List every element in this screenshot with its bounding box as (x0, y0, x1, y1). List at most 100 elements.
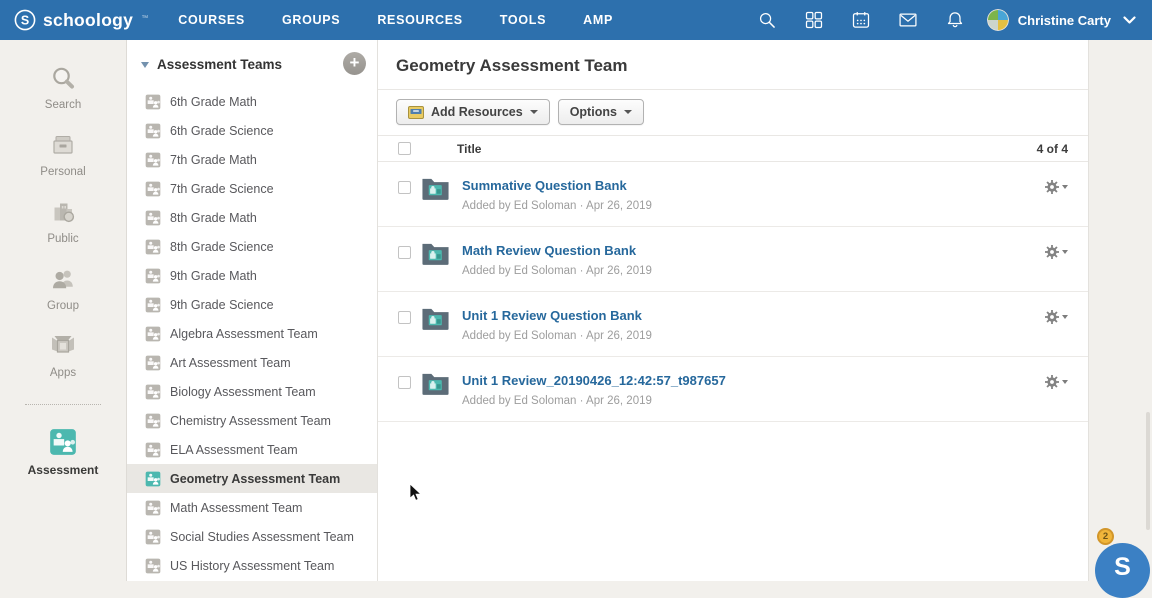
team-puzzle-icon (145, 442, 161, 458)
main-content: Geometry Assessment Team Add Resources O… (378, 40, 1089, 581)
team-puzzle-icon (145, 471, 161, 487)
team-item-label: 8th Grade Math (170, 211, 257, 225)
row-checkbox[interactable] (398, 311, 411, 324)
team-item-label: 8th Grade Science (170, 240, 274, 254)
table-row: Unit 1 Review Question Bank Added by Ed S… (378, 292, 1088, 357)
rail-item-apps[interactable]: Apps (0, 331, 126, 379)
brand-trademark: ™ (141, 15, 148, 22)
team-item-label: 6th Grade Science (170, 124, 274, 138)
team-puzzle-icon (145, 268, 161, 284)
collapse-triangle-icon[interactable] (141, 62, 149, 68)
resource-meta: Added by Ed Soloman · Apr 26, 2019 (462, 330, 652, 342)
chevron-down-icon[interactable] (1123, 16, 1136, 25)
add-resources-button[interactable]: Add Resources (396, 99, 550, 125)
team-item-label: 6th Grade Math (170, 95, 257, 109)
team-puzzle-icon (145, 181, 161, 197)
rail-item-search[interactable]: Search (0, 63, 126, 111)
caret-down-icon (624, 110, 632, 114)
resource-title-link[interactable]: Math Review Question Bank (462, 243, 636, 258)
team-puzzle-icon (145, 94, 161, 110)
question-bank-folder-icon (421, 372, 450, 396)
question-bank-folder-icon (421, 177, 450, 201)
messages-icon[interactable] (898, 10, 918, 30)
teams-list: 6th Grade Math 6th Grade Science 7th Gra… (127, 87, 377, 580)
row-gear-menu[interactable] (1045, 310, 1068, 324)
sidebar-item-us-history-assessment-team[interactable]: US History Assessment Team (127, 551, 377, 580)
rail-item-label: Assessment (28, 463, 99, 477)
resource-title-link[interactable]: Summative Question Bank (462, 178, 627, 193)
row-checkbox[interactable] (398, 181, 411, 194)
row-gear-menu[interactable] (1045, 375, 1068, 389)
question-bank-folder-icon (421, 307, 450, 331)
nav-item-resources[interactable]: RESOURCES (377, 13, 462, 27)
rail-item-assessment[interactable]: Assessment (0, 427, 126, 477)
sidebar-item-biology-assessment-team[interactable]: Biology Assessment Team (127, 377, 377, 406)
sidebar-item-6th-grade-math[interactable]: 6th Grade Math (127, 87, 377, 116)
sidebar-item-social-studies-assessment-team[interactable]: Social Studies Assessment Team (127, 522, 377, 551)
sidebar-item-9th-grade-science[interactable]: 9th Grade Science (127, 290, 377, 319)
sidebar-item-8th-grade-math[interactable]: 8th Grade Math (127, 203, 377, 232)
user-name[interactable]: Christine Carty (1018, 13, 1111, 28)
sidebar-item-geometry-assessment-team[interactable]: Geometry Assessment Team (127, 464, 377, 493)
team-item-label: 7th Grade Math (170, 153, 257, 167)
row-checkbox[interactable] (398, 246, 411, 259)
sidebar-item-chemistry-assessment-team[interactable]: Chemistry Assessment Team (127, 406, 377, 435)
resource-title-link[interactable]: Unit 1 Review_20190426_12:42:57_t987657 (462, 373, 726, 388)
rail-scrollbar[interactable] (1146, 412, 1150, 530)
row-text: Summative Question BankAdded by Ed Solom… (462, 177, 652, 212)
row-text: Unit 1 Review Question Bank Added by Ed S… (462, 307, 652, 342)
add-team-button[interactable]: + (343, 52, 366, 75)
select-all-checkbox[interactable] (398, 142, 411, 155)
sidebar-item-6th-grade-science[interactable]: 6th Grade Science (127, 116, 377, 145)
row-gear-menu[interactable] (1045, 245, 1068, 259)
nav-item-amp[interactable]: AMP (583, 13, 613, 27)
caret-down-icon (1062, 315, 1068, 319)
row-gear-menu[interactable] (1045, 180, 1068, 194)
team-item-label: Geometry Assessment Team (170, 472, 340, 486)
team-puzzle-icon (145, 326, 161, 342)
sidebar-item-8th-grade-science[interactable]: 8th Grade Science (127, 232, 377, 261)
sidebar-item-math-assessment-team[interactable]: Math Assessment Team (127, 493, 377, 522)
question-bank-folder-icon (421, 242, 450, 266)
sidebar-item-ela-assessment-team[interactable]: ELA Assessment Team (127, 435, 377, 464)
sidebar-item-9th-grade-math[interactable]: 9th Grade Math (127, 261, 377, 290)
sidebar-header: Assessment Teams + (127, 40, 377, 85)
rail-item-label: Public (47, 233, 78, 245)
resource-rows: Summative Question Bank Added by Ed Solom… (378, 162, 1088, 422)
nav-item-courses[interactable]: COURSES (178, 13, 245, 27)
rail-item-public[interactable]: Public (0, 197, 126, 245)
app-grid-icon[interactable] (804, 10, 824, 30)
nav-item-groups[interactable]: GROUPS (282, 13, 340, 27)
team-puzzle-icon (145, 210, 161, 226)
table-header: Title 4 of 4 (378, 136, 1088, 162)
sidebar-item-art-assessment-team[interactable]: Art Assessment Team (127, 348, 377, 377)
rail-item-personal[interactable]: Personal (0, 130, 126, 178)
team-puzzle-icon (145, 355, 161, 371)
calendar-icon[interactable] (851, 10, 871, 30)
sidebar-item-7th-grade-science[interactable]: 7th Grade Science (127, 174, 377, 203)
sidebar-item-algebra-assessment-team[interactable]: Algebra Assessment Team (127, 319, 377, 348)
team-item-label: Math Assessment Team (170, 501, 302, 515)
row-checkbox[interactable] (398, 376, 411, 389)
options-button[interactable]: Options (558, 99, 644, 125)
nav-item-tools[interactable]: TOOLS (500, 13, 546, 27)
sidebar-item-7th-grade-math[interactable]: 7th Grade Math (127, 145, 377, 174)
table-row: Summative Question BankAdded by Ed Solom… (378, 162, 1088, 227)
rail-item-group[interactable]: Group (0, 264, 126, 312)
avatar[interactable] (987, 9, 1009, 31)
row-count: 4 of 4 (1037, 142, 1068, 156)
caret-down-icon (1062, 250, 1068, 254)
team-item-label: 9th Grade Math (170, 269, 257, 283)
resource-title-link[interactable]: Unit 1 Review Question Bank (462, 308, 642, 323)
schoology-logo[interactable]: S schoology ™ (14, 9, 148, 31)
team-item-label: ELA Assessment Team (170, 443, 298, 457)
team-item-label: 9th Grade Science (170, 298, 274, 312)
team-puzzle-icon (145, 152, 161, 168)
rail-personal-icon (48, 130, 78, 160)
notifications-icon[interactable] (945, 10, 965, 30)
schoology-help-fab[interactable]: S (1095, 543, 1150, 598)
rail-item-label: Apps (50, 367, 76, 379)
sidebar-title: Assessment Teams (157, 57, 282, 72)
search-icon[interactable] (757, 10, 777, 30)
navbar-right: Christine Carty (757, 9, 1136, 31)
